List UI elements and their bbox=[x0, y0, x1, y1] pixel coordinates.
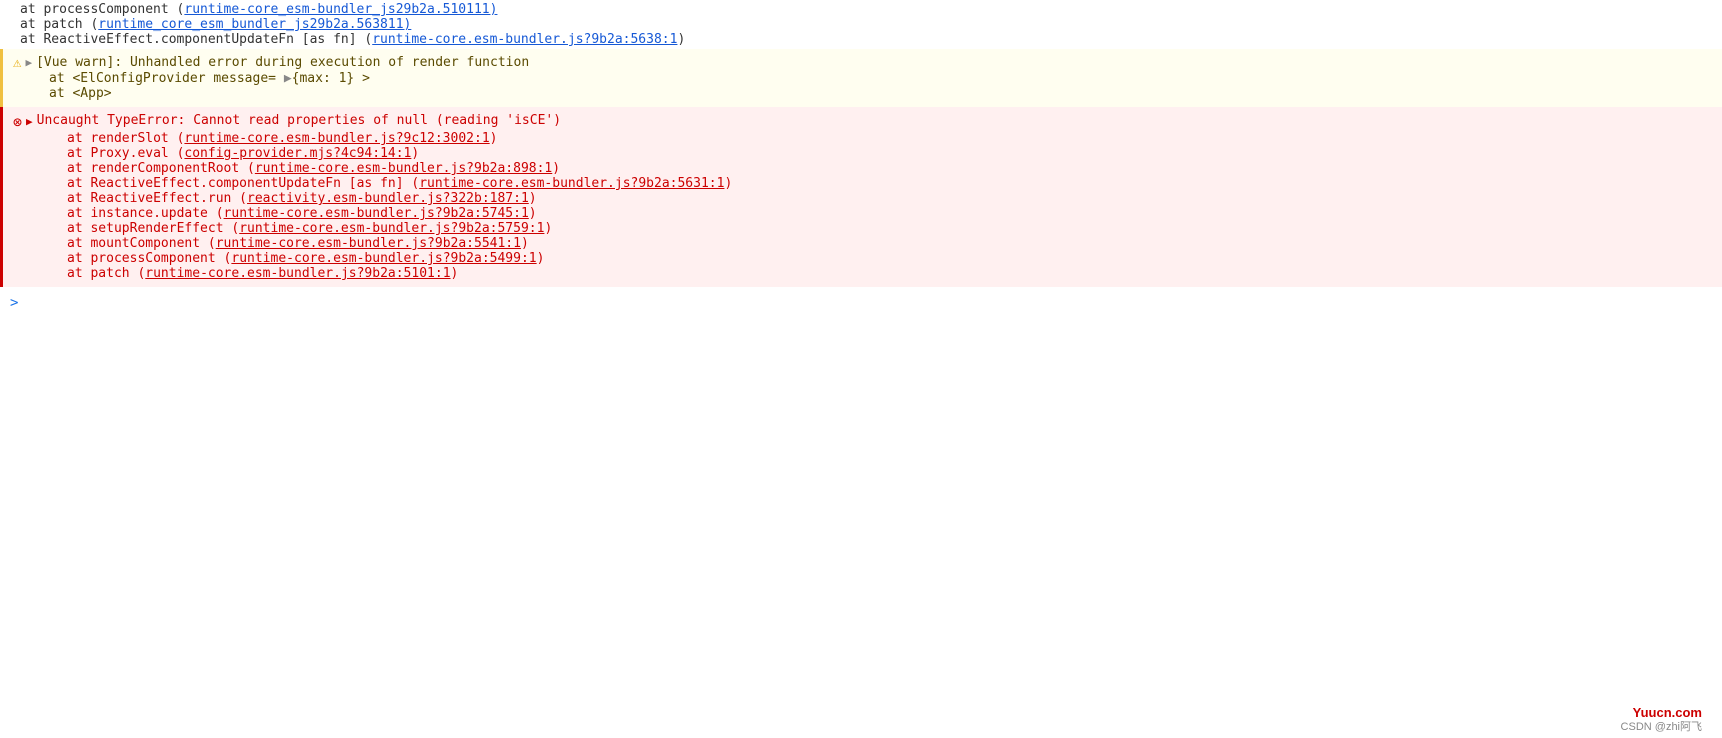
error-block: ⊗ ▶ Uncaught TypeError: Cannot read prop… bbox=[0, 107, 1722, 287]
error-stack-line-8: at mountComponent (runtime-core.esm-bund… bbox=[13, 236, 1722, 251]
top-line-3-link[interactable]: runtime-core.esm-bundler.js?9b2a:5638:1 bbox=[372, 32, 677, 47]
error-header-line: ⊗ ▶ Uncaught TypeError: Cannot read prop… bbox=[13, 113, 1722, 131]
error-link-6[interactable]: runtime-core.esm-bundler.js?9b2a:5745:1 bbox=[224, 206, 529, 221]
error-stack-line-10: at patch (runtime-core.esm-bundler.js?9b… bbox=[13, 266, 1722, 281]
error-main-text: Uncaught TypeError: Cannot read properti… bbox=[37, 113, 561, 128]
error-link-9[interactable]: runtime-core.esm-bundler.js?9b2a:5499:1 bbox=[231, 251, 536, 266]
error-stack-line-4: at ReactiveEffect.componentUpdateFn [as … bbox=[13, 176, 1722, 191]
error-link-3[interactable]: runtime-core.esm-bundler.js?9b2a:898:1 bbox=[255, 161, 552, 176]
error-link-2[interactable]: config-provider.mjs?4c94:14:1 bbox=[184, 146, 411, 161]
top-line-2-link[interactable]: runtime_core_esm_bundler_js29b2a.563811) bbox=[98, 17, 411, 32]
top-line-1-prefix: at processComponent ( bbox=[20, 2, 184, 17]
warning-line-1: at <ElConfigProvider message= ▶{max: 1} … bbox=[13, 71, 1722, 86]
error-stack-line-7: at setupRenderEffect (runtime-core.esm-b… bbox=[13, 221, 1722, 236]
console-input-line[interactable]: > bbox=[0, 287, 1722, 319]
error-link-7[interactable]: runtime-core.esm-bundler.js?9b2a:5759:1 bbox=[239, 221, 544, 236]
error-stack-line-2: at Proxy.eval (config-provider.mjs?4c94:… bbox=[13, 146, 1722, 161]
error-link-1[interactable]: runtime-core.esm-bundler.js?9c12:3002:1 bbox=[184, 131, 489, 146]
top-line-1: at processComponent (runtime-core_esm-bu… bbox=[20, 2, 1722, 17]
error-stack-line-5: at ReactiveEffect.run (reactivity.esm-bu… bbox=[13, 191, 1722, 206]
top-line-2-prefix: at patch ( bbox=[20, 17, 98, 32]
warning-block: ⚠ ▶ [Vue warn]: Unhandled error during e… bbox=[0, 49, 1722, 107]
error-stack-line-6: at instance.update (runtime-core.esm-bun… bbox=[13, 206, 1722, 221]
top-lines-section: at processComponent (runtime-core_esm-bu… bbox=[0, 0, 1722, 49]
warning-header-line: ⚠ ▶ [Vue warn]: Unhandled error during e… bbox=[13, 55, 1722, 71]
error-triangle[interactable]: ▶ bbox=[26, 115, 33, 128]
warning-icon: ⚠ bbox=[13, 55, 21, 71]
csdn-credit: CSDN @zhi阿飞 bbox=[1621, 718, 1702, 734]
top-line-1-link[interactable]: runtime-core_esm-bundler_js29b2a.510111) bbox=[184, 2, 497, 17]
error-link-8[interactable]: runtime-core.esm-bundler.js?9b2a:5541:1 bbox=[216, 236, 521, 251]
warning-line-2: at <App> bbox=[13, 86, 1722, 101]
prompt-chevron: > bbox=[10, 295, 18, 311]
console-panel: at processComponent (runtime-core_esm-bu… bbox=[0, 0, 1722, 738]
error-stack-line-9: at processComponent (runtime-core.esm-bu… bbox=[13, 251, 1722, 266]
error-link-4[interactable]: runtime-core.esm-bundler.js?9b2a:5631:1 bbox=[419, 176, 724, 191]
error-icon: ⊗ bbox=[13, 113, 22, 131]
warning-main-text: [Vue warn]: Unhandled error during execu… bbox=[36, 55, 529, 70]
error-link-5[interactable]: reactivity.esm-bundler.js?322b:187:1 bbox=[247, 191, 529, 206]
error-stack-line-1: at renderSlot (runtime-core.esm-bundler.… bbox=[13, 131, 1722, 146]
top-line-3: at ReactiveEffect.componentUpdateFn [as … bbox=[20, 32, 1722, 47]
error-stack-line-3: at renderComponentRoot (runtime-core.esm… bbox=[13, 161, 1722, 176]
top-line-2: at patch (runtime_core_esm_bundler_js29b… bbox=[20, 17, 1722, 32]
top-line-3-prefix: at ReactiveEffect.componentUpdateFn [as … bbox=[20, 32, 372, 47]
error-link-10[interactable]: runtime-core.esm-bundler.js?9b2a:5101:1 bbox=[145, 266, 450, 281]
warning-triangle[interactable]: ▶ bbox=[25, 56, 32, 69]
